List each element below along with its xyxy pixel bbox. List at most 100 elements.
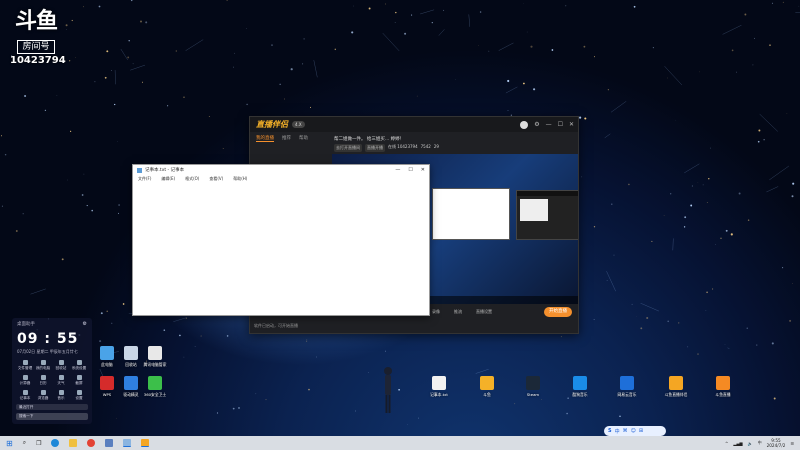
live-titlebar[interactable]: 直播伴侣 4.X ⚙ — ☐ ✕ bbox=[250, 117, 578, 132]
light-dot bbox=[334, 48, 337, 51]
desktop-icon-kugou[interactable]: 酷狗音乐 bbox=[563, 376, 597, 398]
desktop-icon-notepad-file[interactable]: 记事本.txt bbox=[422, 376, 456, 398]
light-dot bbox=[183, 96, 185, 98]
taskbar-live-companion-icon[interactable] bbox=[141, 439, 150, 447]
light-dot bbox=[94, 81, 96, 83]
light-dot bbox=[522, 82, 525, 85]
widget-shortcut[interactable]: 系统设置 bbox=[71, 360, 87, 371]
stream-tag[interactable]: 去打开直播间 bbox=[334, 144, 362, 152]
light-dot bbox=[404, 32, 407, 35]
maximize-icon[interactable]: ☐ bbox=[408, 167, 412, 173]
live-settings-button[interactable]: 直播设置 bbox=[476, 309, 492, 315]
light-dot bbox=[640, 327, 643, 330]
settings-gear-icon[interactable]: ⚙ bbox=[534, 121, 539, 128]
ime-toolbar[interactable]: S 中 ⌘ ☺ ⊞ bbox=[604, 426, 666, 436]
widget-shortcut[interactable]: 记事本 bbox=[17, 390, 33, 401]
taskbar-notepad-icon[interactable] bbox=[123, 439, 132, 447]
light-dot bbox=[710, 147, 712, 149]
taskbar-explorer-icon[interactable] bbox=[69, 439, 78, 447]
desktop-icon-live-companion[interactable]: 斗鱼直播伴侣 bbox=[659, 376, 693, 398]
light-dot bbox=[771, 342, 774, 345]
light-dot bbox=[606, 280, 608, 282]
record-button[interactable]: 录像 bbox=[432, 309, 440, 315]
menu-edit[interactable]: 编辑(E) bbox=[161, 176, 175, 182]
tab-my-live[interactable]: 我的直播 bbox=[256, 135, 274, 142]
taskbar-edge-icon[interactable] bbox=[51, 439, 60, 447]
notepad-icon bbox=[137, 167, 142, 173]
minimize-icon[interactable]: — bbox=[395, 167, 400, 173]
widget-settings-icon[interactable]: ⚙ bbox=[83, 321, 87, 327]
notepad-text-area[interactable] bbox=[133, 185, 429, 315]
taskbar-chrome-icon[interactable] bbox=[87, 439, 96, 447]
light-dot bbox=[83, 173, 85, 175]
close-icon[interactable]: ✕ bbox=[421, 167, 425, 173]
widget-shortcut[interactable]: 截屏 bbox=[71, 375, 87, 386]
widget-shortcut[interactable]: 我的电脑 bbox=[35, 360, 51, 371]
desktop-widget[interactable]: 桌面助手 ⚙ 09 : 55 07月02日 星期二 甲辰年五月廿七 文件管理 我… bbox=[12, 318, 92, 424]
light-dot bbox=[216, 412, 219, 414]
shortcut-icon bbox=[58, 375, 64, 380]
widget-shortcut[interactable]: 天气 bbox=[53, 375, 69, 386]
tab-help[interactable]: 帮助 bbox=[299, 135, 308, 142]
ime-emoji-icon[interactable]: ☺ bbox=[631, 428, 636, 434]
menu-help[interactable]: 帮助(H) bbox=[233, 176, 247, 182]
notepad-window[interactable]: 记事本.txt - 记事本 — ☐ ✕ 文件(F) 编辑(E) 格式(O) 查看… bbox=[132, 164, 430, 316]
tray-chevron-icon[interactable]: ^ bbox=[725, 441, 728, 446]
widget-shortcut[interactable]: 设置 bbox=[71, 390, 87, 401]
live-status-text: 软件已启动，可开始直播 bbox=[254, 323, 298, 328]
ime-language[interactable]: 中 bbox=[758, 440, 762, 446]
ime-toolbox-icon[interactable]: ⊞ bbox=[639, 428, 643, 434]
light-dot bbox=[255, 393, 257, 395]
widget-recent[interactable]: 最近打开 bbox=[16, 404, 88, 410]
widget-search-input[interactable]: 搜索一下 bbox=[16, 413, 88, 420]
close-icon[interactable]: ✕ bbox=[569, 121, 574, 128]
widget-shortcut[interactable]: 日历 bbox=[35, 375, 51, 386]
light-dot bbox=[507, 79, 510, 83]
menu-format[interactable]: 格式(O) bbox=[185, 176, 199, 182]
desktop-icon-steam[interactable]: Steam bbox=[516, 376, 550, 397]
widget-shortcut[interactable]: 文件管理 bbox=[17, 360, 33, 371]
ime-logo-icon[interactable]: S bbox=[608, 428, 612, 434]
stream-tags: 去打开直播间 直播开播 在线 10423794 7542 29 bbox=[334, 144, 439, 152]
start-live-button[interactable]: 开始直播 bbox=[544, 307, 572, 317]
ime-punct-icon[interactable]: ⌘ bbox=[623, 428, 628, 434]
light-dot bbox=[44, 109, 47, 112]
taskbar-clock[interactable]: 9:55 2024/7/2 bbox=[767, 438, 786, 448]
ime-mode[interactable]: 中 bbox=[615, 428, 620, 435]
desktop-icon-douyu-live[interactable]: 斗鱼直播 bbox=[706, 376, 740, 398]
tab-recommend[interactable]: 推荐 bbox=[282, 135, 291, 142]
notification-icon[interactable]: ☰ bbox=[790, 441, 794, 446]
desktop-icon-douyu[interactable]: 斗鱼 bbox=[470, 376, 504, 398]
wps-icon bbox=[100, 376, 114, 390]
push-button[interactable]: 推流 bbox=[454, 309, 462, 315]
widget-shortcut[interactable]: 音乐 bbox=[53, 390, 69, 401]
live-app-version[interactable]: 4.X bbox=[292, 121, 305, 128]
notepad-titlebar[interactable]: 记事本.txt - 记事本 — ☐ ✕ bbox=[133, 165, 429, 175]
light-dot bbox=[581, 176, 583, 178]
widget-shortcut[interactable]: 浏览器 bbox=[35, 390, 51, 401]
stream-title[interactable]: 帮二姐做一件。 给三姐买... 婷婷！ bbox=[334, 136, 404, 142]
maximize-icon[interactable]: ☐ bbox=[558, 121, 563, 128]
taskbar-store-icon[interactable] bbox=[105, 439, 114, 447]
task-view-icon[interactable]: ❐ bbox=[36, 440, 41, 447]
widget-shortcut[interactable]: 计算器 bbox=[17, 375, 33, 386]
desktop-icon-360[interactable]: 360安全卫士 bbox=[138, 376, 172, 398]
douyu-icon bbox=[480, 376, 494, 390]
network-icon[interactable]: ▂▄▆ bbox=[733, 441, 742, 446]
constellation-line bbox=[420, 9, 435, 15]
light-dot bbox=[233, 66, 234, 68]
menu-file[interactable]: 文件(F) bbox=[138, 176, 151, 182]
light-dot bbox=[583, 45, 586, 48]
live-companion-icon bbox=[669, 376, 683, 390]
stream-tag[interactable]: 直播开播 bbox=[365, 144, 385, 152]
menu-view[interactable]: 查看(V) bbox=[209, 176, 223, 182]
desktop-icon-pc-manager[interactable]: 腾讯电脑管家 bbox=[138, 346, 172, 368]
user-avatar[interactable] bbox=[520, 120, 529, 129]
widget-shortcut[interactable]: 回收站 bbox=[53, 360, 69, 371]
volume-icon[interactable]: 🔈 bbox=[748, 441, 753, 446]
search-icon[interactable]: ⌕ bbox=[23, 439, 26, 447]
minimize-icon[interactable]: — bbox=[546, 121, 552, 128]
desktop-icon-netease[interactable]: 网易云音乐 bbox=[610, 376, 644, 398]
light-dot bbox=[613, 254, 615, 256]
windows-start-icon[interactable]: ⊞ bbox=[6, 439, 13, 448]
